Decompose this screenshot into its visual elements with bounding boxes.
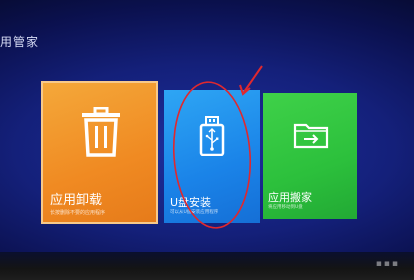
app-uninstall-card[interactable]: 应用卸载 长按删除不要的应用程序 bbox=[41, 81, 158, 224]
card-label: 应用搬家 bbox=[268, 191, 312, 204]
folder-move-icon bbox=[293, 123, 329, 149]
bottom-bezel bbox=[0, 252, 414, 280]
card-subtitle: 将应用移动到U盘 bbox=[268, 205, 303, 210]
card-subtitle: 可以从U盘安装应用程序 bbox=[170, 210, 219, 215]
card-subtitle: 长按删除不要的应用程序 bbox=[50, 210, 106, 216]
card-label: 应用卸载 bbox=[50, 193, 103, 208]
screen-title: 用管家 bbox=[0, 35, 40, 49]
usb-install-card[interactable]: U盘安装 可以从U盘安装应用程序 bbox=[164, 90, 260, 223]
watermark: ▪▪▪ bbox=[375, 259, 400, 269]
usb-drive-icon bbox=[199, 116, 225, 156]
trash-icon bbox=[82, 107, 120, 157]
app-move-card[interactable]: 应用搬家 将应用移动到U盘 bbox=[263, 93, 357, 219]
card-label: U盘安装 bbox=[170, 196, 212, 209]
